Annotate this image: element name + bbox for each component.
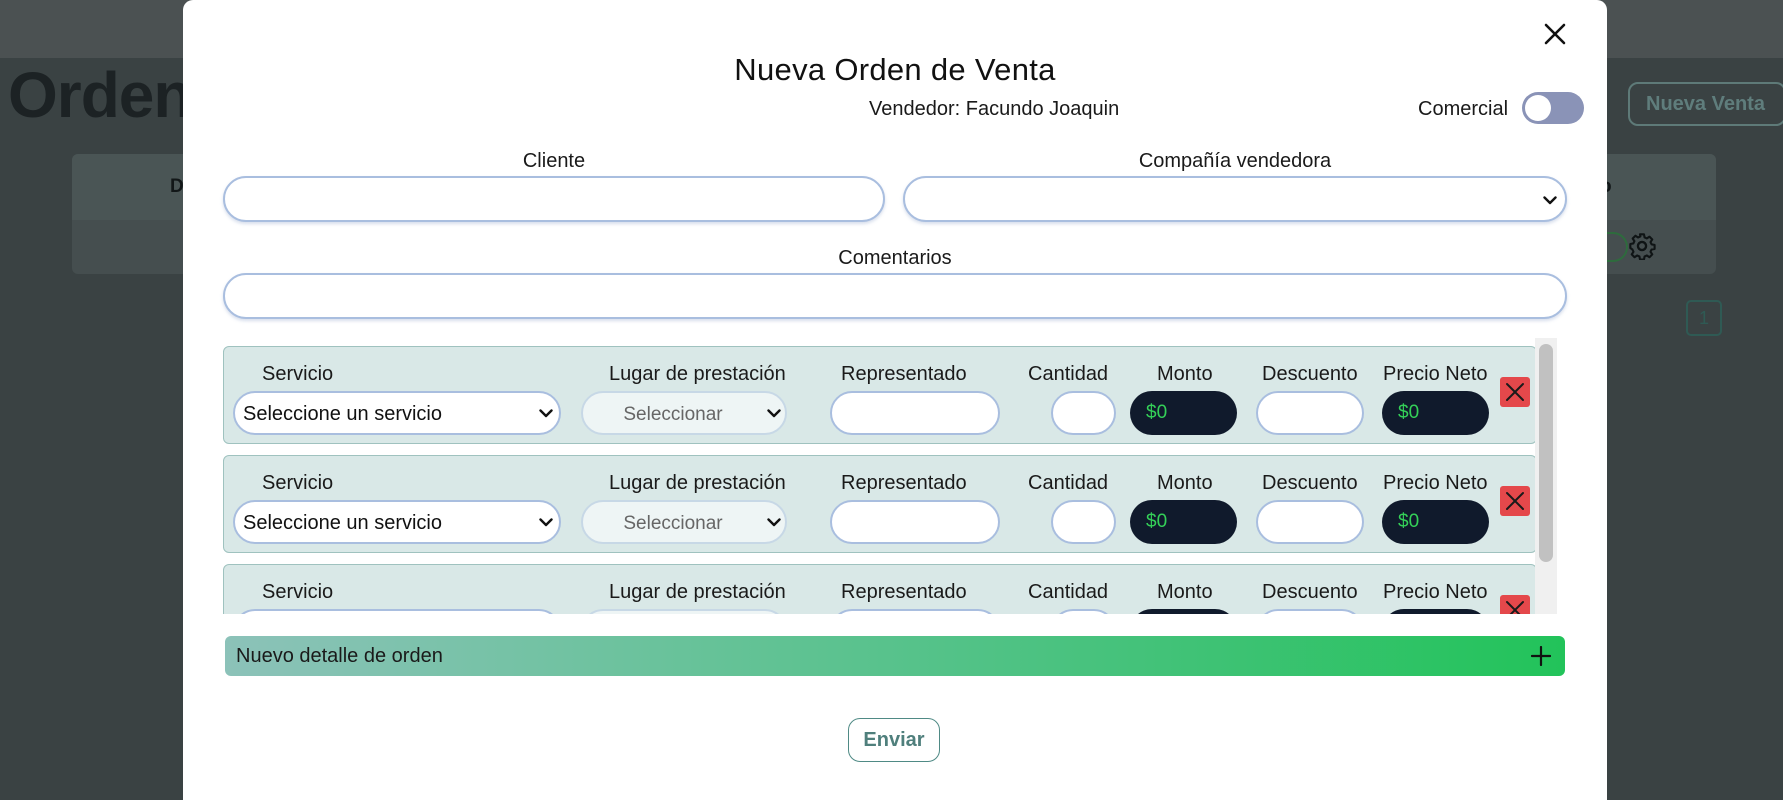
delete-detail-button[interactable] — [1500, 486, 1530, 516]
add-order-detail-label: Nuevo detalle de orden — [236, 645, 443, 667]
monto-label: Monto — [1157, 581, 1213, 603]
descuento-label: Descuento — [1262, 363, 1358, 385]
new-sale-order-modal: Nueva Orden de Venta Vendedor: Facundo J… — [183, 0, 1607, 800]
cantidad-input[interactable] — [1051, 609, 1116, 614]
servicio-select[interactable] — [233, 609, 561, 614]
comments-input[interactable] — [223, 273, 1567, 319]
lugar-select[interactable] — [581, 609, 787, 614]
seller-label: Vendedor: Facundo Joaquin — [869, 98, 1120, 120]
cantidad-input[interactable] — [1051, 500, 1116, 544]
comercial-toggle[interactable] — [1522, 92, 1584, 124]
chevron-down-icon — [539, 518, 553, 527]
descuento-input[interactable] — [1256, 609, 1364, 614]
order-detail-row: Servicio Seleccione un servicio Lugar de… — [223, 346, 1537, 444]
lugar-select[interactable]: Seleccionar — [581, 391, 787, 435]
company-label: Compañía vendedora — [1138, 150, 1332, 172]
delete-x-icon — [1506, 492, 1524, 510]
precio-neto-label: Precio Neto — [1383, 472, 1488, 494]
gear-icon — [1629, 233, 1656, 260]
lugar-select-value: Seleccionar — [623, 513, 723, 534]
modal-title: Nueva Orden de Venta — [734, 52, 1056, 87]
cantidad-label: Cantidad — [1028, 581, 1109, 603]
client-label: Cliente — [522, 150, 586, 172]
delete-x-icon — [1506, 601, 1524, 614]
cantidad-input[interactable] — [1051, 391, 1116, 435]
chevron-down-icon — [767, 409, 781, 418]
order-detail-row: Servicio Seleccione un servicio Lugar de… — [223, 455, 1537, 553]
servicio-select-value: Seleccione un servicio — [243, 403, 442, 425]
order-details-list[interactable]: Servicio Seleccione un servicio Lugar de… — [223, 338, 1559, 614]
representado-label: Representado — [841, 363, 967, 385]
descuento-input[interactable] — [1256, 391, 1364, 435]
chevron-down-icon — [539, 409, 553, 418]
chevron-down-icon — [1543, 196, 1557, 205]
lugar-select-value: Seleccionar — [623, 404, 723, 425]
representado-input[interactable] — [830, 391, 1000, 435]
background-new-sale-button: Nueva Venta — [1628, 82, 1783, 126]
monto-label: Monto — [1157, 472, 1213, 494]
lugar-label: Lugar de prestación — [609, 472, 786, 494]
add-order-detail-button[interactable]: Nuevo detalle de orden — [225, 636, 1565, 676]
precio-neto-value: $0 — [1382, 500, 1489, 544]
monto-value — [1130, 609, 1237, 614]
lugar-select[interactable]: Seleccionar — [581, 500, 787, 544]
background-table-header-left: D — [170, 176, 184, 197]
company-select[interactable] — [903, 176, 1567, 222]
submit-button[interactable]: Enviar — [848, 718, 940, 762]
representado-label: Representado — [841, 581, 967, 603]
order-detail-row: Servicio Lugar de prestación Representad… — [223, 564, 1537, 614]
delete-detail-button[interactable] — [1500, 377, 1530, 407]
details-scrollbar-thumb[interactable] — [1539, 344, 1553, 562]
precio-neto-value: $0 — [1382, 391, 1489, 435]
precio-neto-label: Precio Neto — [1383, 363, 1488, 385]
lugar-label: Lugar de prestación — [609, 363, 786, 385]
servicio-label: Servicio — [262, 363, 334, 385]
background-pagination-button: 1 — [1686, 300, 1722, 336]
representado-input[interactable] — [830, 609, 1000, 614]
cantidad-label: Cantidad — [1028, 472, 1109, 494]
servicio-select-value: Seleccione un servicio — [243, 512, 442, 534]
representado-label: Representado — [841, 472, 967, 494]
client-input[interactable] — [223, 176, 885, 222]
comments-label: Comentarios — [838, 247, 952, 269]
lugar-label: Lugar de prestación — [609, 581, 786, 603]
servicio-label: Servicio — [262, 581, 334, 603]
close-button[interactable] — [1539, 18, 1571, 50]
descuento-label: Descuento — [1262, 472, 1358, 494]
descuento-input[interactable] — [1256, 500, 1364, 544]
monto-value: $0 — [1130, 500, 1237, 544]
toggle-knob — [1525, 95, 1551, 121]
precio-neto-value — [1382, 609, 1489, 614]
monto-label: Monto — [1157, 363, 1213, 385]
close-icon — [1544, 23, 1566, 45]
servicio-label: Servicio — [262, 472, 334, 494]
servicio-select[interactable]: Seleccione un servicio — [233, 500, 561, 544]
delete-x-icon — [1506, 383, 1524, 401]
plus-icon — [1531, 646, 1551, 666]
monto-value: $0 — [1130, 391, 1237, 435]
comercial-label: Comercial — [1418, 98, 1509, 120]
precio-neto-label: Precio Neto — [1383, 581, 1488, 603]
representado-input[interactable] — [830, 500, 1000, 544]
cantidad-label: Cantidad — [1028, 363, 1109, 385]
chevron-down-icon — [767, 518, 781, 527]
servicio-select[interactable]: Seleccione un servicio — [233, 391, 561, 435]
descuento-label: Descuento — [1262, 581, 1358, 603]
delete-detail-button[interactable] — [1500, 595, 1530, 614]
